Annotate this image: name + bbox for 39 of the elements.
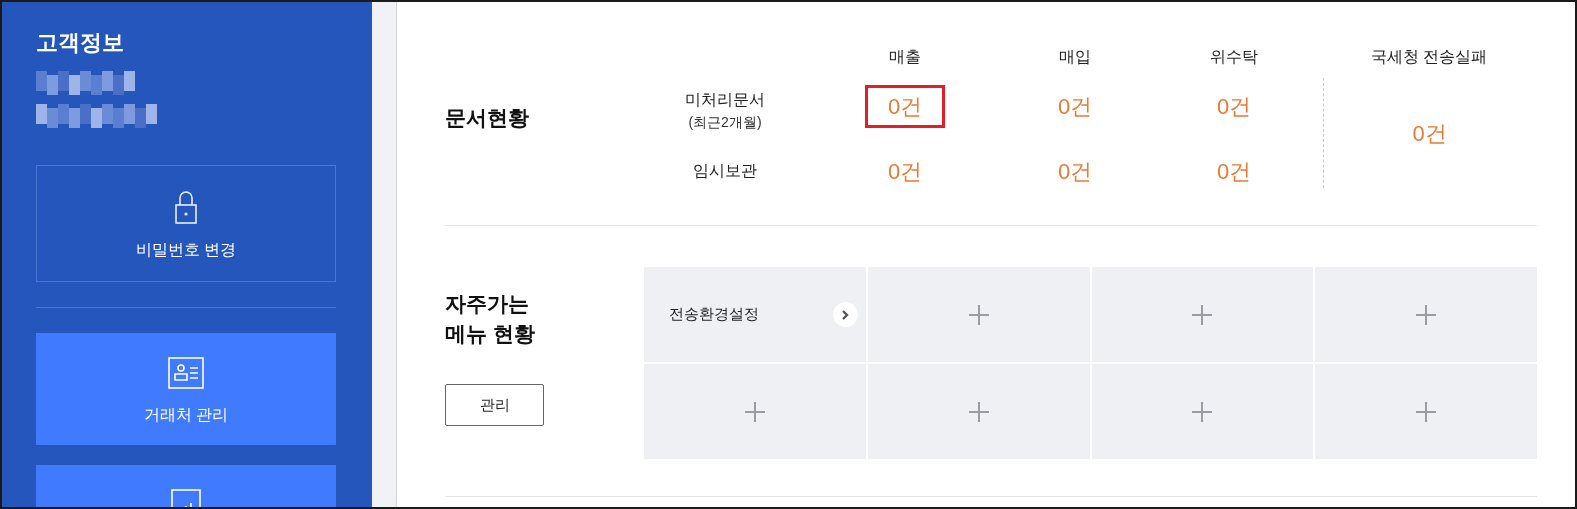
- plus-icon: [1191, 400, 1214, 423]
- plus-icon: [1415, 303, 1438, 326]
- sidebar-title: 고객정보: [36, 32, 125, 54]
- row-label: 임시보관: [693, 161, 757, 181]
- document-count[interactable]: 0건: [864, 149, 946, 193]
- add-favorite-tile[interactable]: [1091, 267, 1314, 362]
- contact-card-icon: [168, 357, 204, 389]
- column-header: 국세청 전송실패: [1370, 47, 1488, 67]
- sidebar-menu-button[interactable]: 거래처 관리: [36, 333, 336, 445]
- plus-icon: [1415, 400, 1438, 423]
- menu-label: 전송환경설정: [669, 304, 759, 325]
- chevron-icon: [832, 302, 858, 327]
- row-label: 미처리문서: [685, 89, 765, 110]
- add-favorite-tile[interactable]: [867, 267, 1090, 362]
- row-sublabel: (최근2개월): [688, 112, 762, 132]
- plus-icon: [743, 400, 766, 423]
- add-favorite-tile[interactable]: [644, 364, 866, 459]
- column-header: 매입: [1059, 47, 1091, 67]
- plus-icon: [967, 400, 990, 423]
- document-count[interactable]: 0건: [1034, 149, 1116, 193]
- document-count[interactable]: 0건: [1193, 84, 1275, 128]
- section-title: 문서현황: [445, 104, 529, 131]
- document-count[interactable]: 0건: [1193, 149, 1275, 193]
- document-count[interactable]: 0건: [1034, 84, 1116, 128]
- sidebar-menu-button[interactable]: 비밀번호 변경: [36, 165, 336, 282]
- plus-icon: [967, 303, 990, 326]
- column-header: 매출: [889, 47, 921, 67]
- lock-icon: [175, 190, 197, 224]
- add-favorite-tile[interactable]: [867, 364, 1090, 459]
- column-header: 위수탁: [1210, 47, 1258, 67]
- document-count[interactable]: 0건: [864, 84, 946, 128]
- add-favorite-tile[interactable]: [1315, 267, 1537, 362]
- manage-button[interactable]: 관리: [445, 384, 544, 426]
- add-favorite-tile[interactable]: [1091, 364, 1314, 459]
- document-count[interactable]: 0건: [1412, 116, 1447, 150]
- favorite-menu-tile[interactable]: 전송환경설정: [644, 267, 866, 362]
- add-favorite-tile[interactable]: [1315, 364, 1537, 459]
- plus-icon: [1191, 303, 1214, 326]
- section-title: 자주가는 메뉴 현황: [445, 291, 536, 347]
